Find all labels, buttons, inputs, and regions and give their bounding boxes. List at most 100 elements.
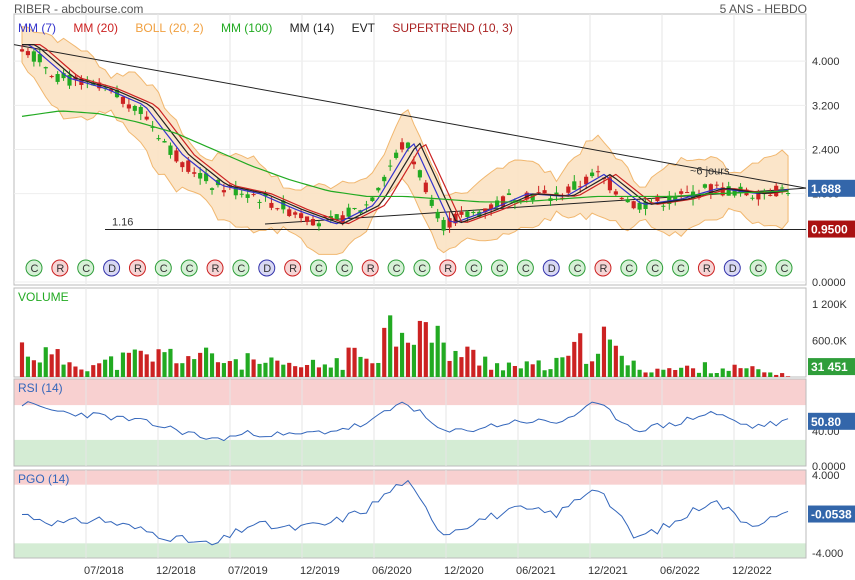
candle-body [631,201,636,209]
signal-letter: C [677,263,685,275]
volume-bar [370,363,375,377]
volume-bar [156,349,161,377]
volume-bar [500,370,506,377]
volume-bar [269,357,274,377]
candle-body [126,104,131,109]
candle-body [542,190,547,194]
legend-evt[interactable]: EVT [352,21,375,35]
legend-mm14[interactable]: MM (14) [290,21,335,35]
legend-mm100[interactable]: MM (100) [221,21,272,35]
rsi-last-badge: 50.80 [811,415,841,429]
volume-bar [275,360,280,377]
candle-body [209,188,215,190]
volume-bar [637,369,642,377]
volume-bar [346,347,351,377]
candle-body [785,193,791,195]
pgo-panel: 4.000 -4.000 -0.0538 [13,469,855,560]
pgo-oversold-zone [14,543,806,558]
candle-body [590,172,595,177]
volume-bar [649,372,654,377]
signal-letter: C [237,263,245,275]
candle-body [257,201,262,203]
volume-ytick: 600.0K [812,336,848,348]
candle-body [198,173,203,179]
volume-bar [679,367,684,377]
volume-bar [489,369,494,377]
volume-bar [512,365,517,377]
volume-bar [690,368,696,377]
volume-bar [281,364,286,377]
candle-body [411,161,417,165]
volume-bar [524,361,529,377]
candle-body [702,184,708,188]
x-tick-label: 06/2021 [516,565,556,577]
signal-letter: C [31,263,39,275]
support-level-label: 1.16 [112,217,133,229]
volume-bar [613,345,618,377]
volume-bar [310,359,316,377]
signal-letter: D [729,263,737,275]
volume-bar [696,372,702,377]
candle-body [162,141,167,143]
candle-body [584,176,589,185]
volume-bar [702,362,708,377]
volume-bar [762,372,767,377]
volume-bar [192,359,197,377]
candle-body [726,186,731,196]
volume-bar [180,363,185,377]
volume-bar [785,376,791,377]
stock-chart: 4.0003.2002.4001.6000.00001.16~6 joursCR… [13,13,855,577]
volume-label: VOLUME [18,290,69,304]
legend-boll[interactable]: BOLL (20, 2) [135,21,203,35]
signal-letter: C [651,263,659,275]
candle-body [192,172,197,174]
volume-bar [257,363,262,377]
candle-body [637,202,642,210]
volume-bar [726,370,731,377]
rsi-overbought-zone [14,379,806,406]
legend-supertrend[interactable]: SUPERTREND (10, 3) [392,21,512,35]
volume-bar [304,364,310,377]
candle-body [506,193,512,196]
candle-body [221,190,226,193]
candle-body [536,192,541,194]
signal-letter: C [470,263,478,275]
volume-bar [685,365,690,377]
candle-body [299,213,304,219]
volume-bar [31,360,36,377]
candle-body [304,216,310,222]
volume-bar [673,369,678,377]
volume-bar [554,357,559,377]
candle-body [132,105,137,111]
candle-body [120,96,126,104]
legend-mm7[interactable]: MM (7) [18,21,56,35]
volume-bar [483,356,488,377]
volume-bar [91,365,96,377]
volume-bar [631,360,636,377]
candle-body [441,219,446,231]
signal-letter: C [341,263,349,275]
volume-bar [542,370,547,377]
volume-bar [560,357,565,377]
volume-bar [334,358,339,377]
volume-bar [19,342,25,377]
signal-letter: R [367,263,375,275]
volume-bar [536,360,541,377]
candle-body [619,197,624,199]
volume-panel: 1 200K 600.0K 31 451 [13,287,855,378]
signal-letter: C [186,263,194,275]
x-tick-label: 06/2020 [372,565,412,577]
legend-mm20[interactable]: MM (20) [73,21,118,35]
volume-bar [417,320,422,377]
candle-body [287,209,292,217]
signal-letter: C [315,263,323,275]
signal-letter: C [418,263,426,275]
volume-bar [429,342,434,377]
volume-bar [61,364,66,377]
volume-bar [198,352,203,377]
candle-body [370,197,375,202]
signal-letter: C [625,263,633,275]
volume-bar [756,369,761,377]
rsi-line [21,401,789,442]
volume-bar [530,364,535,377]
